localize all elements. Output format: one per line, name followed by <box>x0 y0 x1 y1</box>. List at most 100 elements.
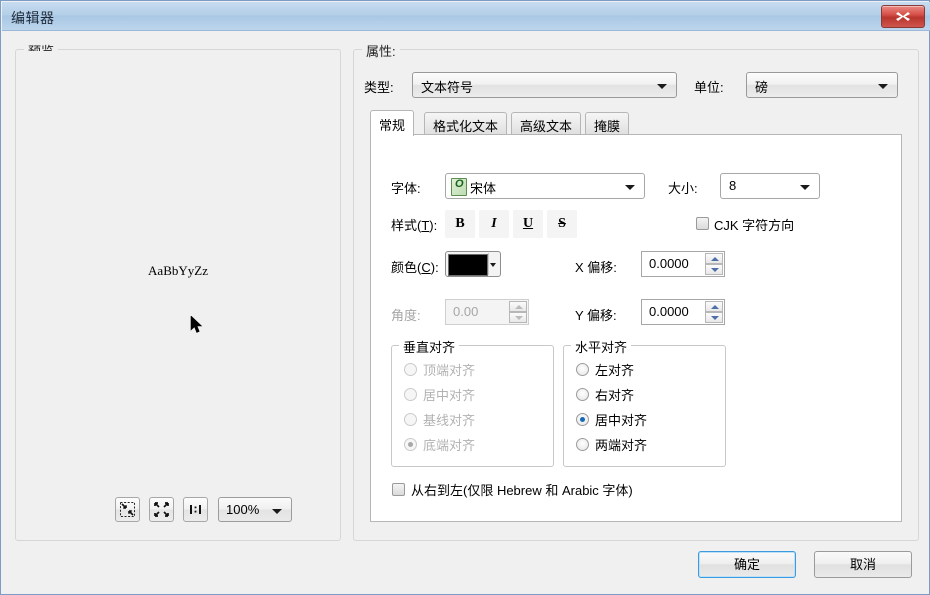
tab-mask[interactable]: 掩膜 <box>585 112 630 135</box>
triangle-up-icon <box>515 305 523 309</box>
style-label: 样式(T): <box>391 218 438 233</box>
chevron-down-icon <box>800 185 810 190</box>
radio-halign-right[interactable] <box>576 388 589 401</box>
bold-button[interactable]: B <box>445 210 475 238</box>
radio-valign-baseline-label: 基线对齐 <box>423 413 476 428</box>
preview-zoom-value: 100% <box>226 502 260 517</box>
horizontal-align-fieldset: 水平对齐 左对齐 右对齐 居中对齐 两端对齐 <box>563 337 726 467</box>
one-to-one-button[interactable] <box>183 497 208 522</box>
rtl-label: 从右到左(仅限 Hebrew 和 Arabic 字体) <box>411 483 633 498</box>
radio-valign-middle-label: 居中对齐 <box>423 388 476 403</box>
zoom-to-selection-button[interactable] <box>115 497 140 522</box>
angle-spin-buttons <box>509 301 527 323</box>
ok-button[interactable]: 确定 <box>698 551 796 578</box>
mouse-cursor-icon <box>190 316 203 333</box>
unit-combo[interactable]: 磅 <box>746 72 898 98</box>
radio-dot <box>408 442 413 447</box>
chevron-down-icon <box>657 84 667 89</box>
x-offset-spinner[interactable]: 0.0000 <box>641 251 725 277</box>
angle-spinner: 0.00 <box>445 299 529 325</box>
window-title: 编辑器 <box>11 10 55 26</box>
x-offset-spin-down[interactable] <box>705 264 723 275</box>
color-label: 颜色(C): <box>391 260 439 275</box>
triangle-down-icon <box>711 268 719 272</box>
y-offset-spin-down[interactable] <box>705 312 723 323</box>
rtl-checkbox[interactable] <box>392 483 405 496</box>
vertical-align-fieldset: 垂直对齐 顶端对齐 居中对齐 基线对齐 底端对齐 <box>391 337 554 467</box>
radio-halign-center[interactable] <box>576 413 589 426</box>
radio-valign-baseline <box>404 413 417 426</box>
radio-halign-right-label[interactable]: 右对齐 <box>595 385 634 404</box>
radio-halign-justify[interactable] <box>576 438 589 451</box>
opentype-font-icon: O <box>451 178 467 196</box>
radio-halign-justify-label[interactable]: 两端对齐 <box>595 435 647 454</box>
x-offset-spin-up[interactable] <box>705 253 723 264</box>
preview-group: 预览 AaBbYyZz <box>15 41 341 541</box>
font-label: 字体: <box>391 181 421 196</box>
preview-toolbar: 100% <box>115 497 335 527</box>
triangle-up-icon <box>711 305 719 309</box>
preview-canvas[interactable]: AaBbYyZz <box>17 51 339 491</box>
angle-spin-up <box>509 301 527 312</box>
angle-value: 0.00 <box>453 304 479 319</box>
font-value: 宋体 <box>470 181 497 196</box>
type-value: 文本符号 <box>421 80 474 95</box>
unit-value: 磅 <box>755 80 769 95</box>
radio-halign-center-label[interactable]: 居中对齐 <box>595 410 647 429</box>
tab-strip: 常规 格式化文本 高级文本 掩膜 <box>370 110 902 136</box>
radio-halign-left-label[interactable]: 左对齐 <box>595 360 634 379</box>
x-offset-value: 0.0000 <box>649 256 689 271</box>
unit-label: 单位: <box>694 80 724 95</box>
y-offset-spinner[interactable]: 0.0000 <box>641 299 725 325</box>
zoom-to-extent-button[interactable] <box>149 497 174 522</box>
one-to-one-icon <box>190 505 201 514</box>
y-offset-spin-buttons <box>705 301 723 323</box>
size-label: 大小: <box>668 181 698 196</box>
title-bar: 编辑器 <box>2 2 930 31</box>
preview-zoom-combo[interactable]: 100% <box>218 497 292 522</box>
tab-panel-general: 字体: O 宋体 大小: 8 样式(T): B I U S CJK 字符方向 颜… <box>370 134 902 522</box>
type-combo[interactable]: 文本符号 <box>412 72 677 98</box>
triangle-down-icon <box>711 316 719 320</box>
y-offset-spin-up[interactable] <box>705 301 723 312</box>
y-offset-label: Y 偏移: <box>575 308 617 323</box>
size-combo[interactable]: 8 <box>720 173 820 199</box>
angle-spin-down <box>509 312 527 323</box>
radio-valign-bottom-label: 底端对齐 <box>423 438 476 453</box>
cjk-direction-label: CJK 字符方向 <box>714 218 795 233</box>
close-x-icon <box>896 12 910 21</box>
angle-label: 角度: <box>391 308 421 323</box>
radio-valign-top <box>404 363 417 376</box>
close-button[interactable] <box>881 5 925 28</box>
italic-button[interactable]: I <box>479 210 509 238</box>
underline-button[interactable]: U <box>513 210 543 238</box>
chevron-down-icon <box>490 263 496 267</box>
chevron-down-icon <box>272 509 282 514</box>
radio-dot <box>580 417 585 422</box>
zoom-to-extent-icon <box>154 502 169 517</box>
color-chip <box>448 254 488 276</box>
radio-valign-middle <box>404 388 417 401</box>
properties-group-label: 属性: <box>362 41 400 60</box>
tab-general[interactable]: 常规 <box>370 110 415 136</box>
color-swatch-button[interactable] <box>445 251 501 277</box>
type-label: 类型: <box>364 80 394 95</box>
tab-advanced-text[interactable]: 高级文本 <box>511 112 582 135</box>
x-offset-label: X 偏移: <box>575 260 617 275</box>
horizontal-align-legend: 水平对齐 <box>571 337 632 356</box>
radio-halign-left[interactable] <box>576 363 589 376</box>
y-offset-value: 0.0000 <box>649 304 689 319</box>
editor-dialog: 编辑器 预览 AaBbYyZz <box>0 0 930 595</box>
cancel-button[interactable]: 取消 <box>814 551 912 578</box>
x-offset-spin-buttons <box>705 253 723 275</box>
chevron-down-icon <box>625 185 635 190</box>
size-value: 8 <box>729 178 737 193</box>
opentype-font-icon-letter: O <box>455 178 464 190</box>
preview-sample-text: AaBbYyZz <box>148 263 208 278</box>
cjk-direction-checkbox[interactable] <box>696 217 709 230</box>
font-combo[interactable]: O 宋体 <box>445 173 645 199</box>
radio-valign-bottom <box>404 438 417 451</box>
strikethrough-button[interactable]: S <box>547 210 577 238</box>
tab-formatted-text[interactable]: 格式化文本 <box>424 112 508 135</box>
triangle-up-icon <box>711 257 719 261</box>
